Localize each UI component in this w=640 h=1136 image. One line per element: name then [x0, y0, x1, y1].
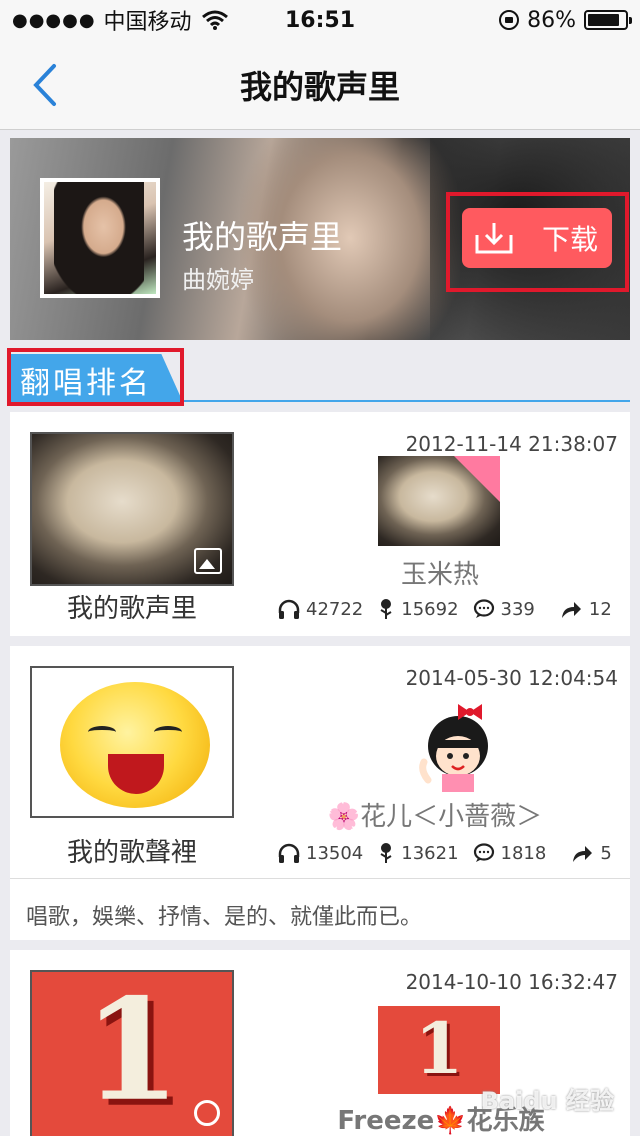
status-bar: ●●●●● 中国移动 16:51 86% [0, 0, 640, 40]
cover-thumbnail[interactable]: 1 [30, 970, 234, 1136]
flower-icon [380, 599, 392, 619]
headphones-icon [278, 599, 300, 619]
plays-stat: 13504 [278, 843, 363, 864]
headphones-icon [278, 843, 300, 863]
cover-song-title: 我的歌声里 [66, 594, 197, 624]
cover-date: 2014-10-10 16:32:47 [405, 970, 618, 994]
comments-count: 339 [500, 598, 535, 620]
smiley-image [60, 682, 210, 808]
badge-corner [454, 456, 500, 502]
singer-name[interactable]: 玉米热 [340, 554, 540, 591]
cover-description: 唱歌，娛樂、抒情、是的、就僅此而已。 [10, 878, 630, 940]
baidu-watermark: Baidu 经验 [480, 1087, 614, 1115]
plays-stat: 42722 [278, 599, 363, 620]
cover-song-title: 我的歌聲裡 [66, 838, 197, 868]
singer-avatar[interactable] [414, 700, 498, 794]
video-icon [194, 1100, 220, 1126]
shares-stat: 12 [559, 599, 612, 620]
shares-count: 12 [588, 598, 612, 620]
flowers-count: 13621 [401, 842, 459, 864]
flowers-stat: 15692 [377, 598, 459, 620]
cover-stats: 13504 13621 1818 5 [278, 842, 626, 864]
share-icon [573, 846, 593, 862]
comment-icon [473, 599, 494, 618]
numeral-one-image: 1 [83, 970, 181, 1133]
cartoon-girl-image [419, 704, 488, 792]
signal-strength: ●●●●● [12, 9, 96, 31]
plays-count: 13504 [306, 842, 364, 864]
battery-fill [588, 14, 619, 26]
shares-count: 5 [600, 842, 612, 864]
cover-card[interactable]: 我的歌声里 2012-11-14 21:38:07 玉米热 42722 1569… [10, 412, 630, 636]
banner-song-title: 我的歌声里 [182, 218, 343, 256]
comments-stat: 1818 [473, 842, 547, 864]
cover-date: 2012-11-14 21:38:07 [405, 432, 618, 456]
banner-artist-name: 曲婉婷 [182, 266, 254, 294]
share-icon [561, 602, 581, 618]
singer-avatar[interactable] [378, 456, 500, 546]
carrier-name: 中国移动 [103, 10, 192, 35]
ranking-highlight-box [7, 348, 184, 406]
numeral-one-image: 1 [414, 1006, 464, 1090]
download-label: 下载 [542, 223, 599, 256]
comments-count: 1818 [500, 842, 547, 864]
shares-stat: 5 [570, 842, 612, 864]
singer-name[interactable]: 🌸花儿＜小蔷薇＞ [320, 796, 550, 833]
rotation-lock-icon [499, 10, 520, 30]
comments-stat: 339 [473, 599, 535, 620]
back-button[interactable] [28, 62, 68, 108]
flower-icon [380, 843, 392, 863]
plays-count: 42722 [306, 598, 364, 620]
page-title: 我的歌声里 [239, 67, 400, 106]
wifi-icon [201, 10, 228, 30]
battery-percent: 86% [527, 7, 576, 33]
flowers-stat: 13621 [377, 842, 459, 864]
flowers-count: 15692 [401, 598, 459, 620]
artist-avatar [40, 178, 160, 298]
battery-icon [584, 10, 632, 30]
image-icon [194, 548, 222, 574]
cover-card[interactable]: 我的歌聲裡 2014-05-30 12:04:54 🌸花儿＜小蔷薇＞ 13504… [10, 646, 630, 940]
cover-date: 2014-05-30 12:04:54 [405, 666, 618, 690]
chevron-left-icon [33, 64, 56, 106]
cover-thumbnail[interactable] [30, 432, 234, 586]
comment-icon [473, 843, 494, 862]
cover-stats: 42722 15692 339 12 [278, 598, 626, 620]
cover-thumbnail[interactable] [30, 666, 234, 818]
download-button[interactable]: 下载 [462, 208, 612, 268]
navigation-bar: 我的歌声里 [0, 40, 640, 130]
download-icon [474, 221, 514, 255]
